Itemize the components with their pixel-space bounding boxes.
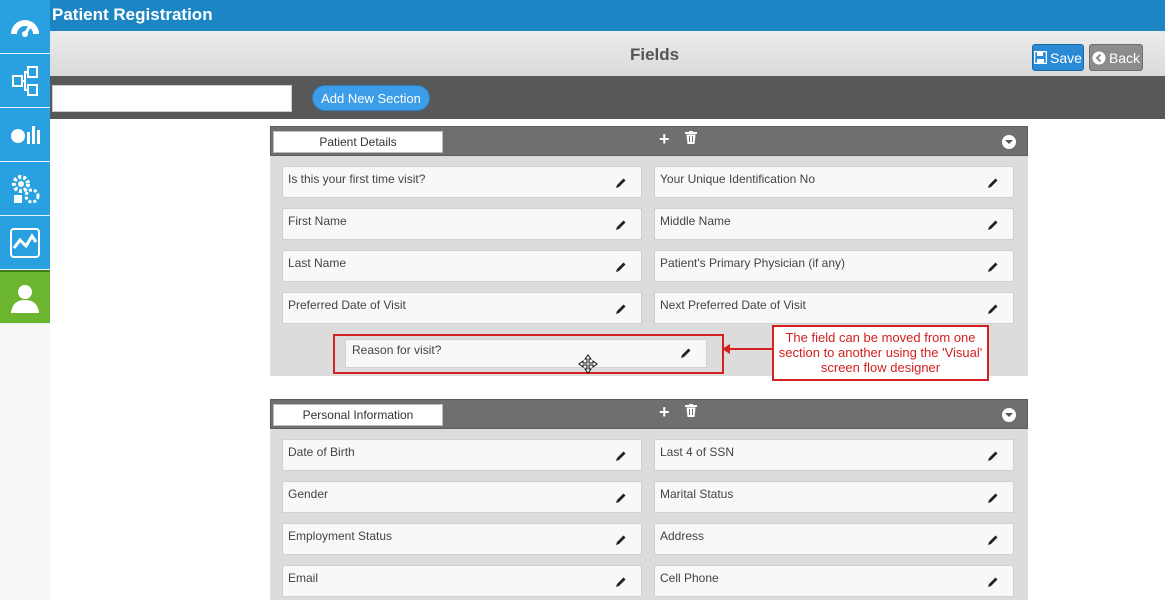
move-cursor-icon <box>578 354 598 374</box>
field-reason-for-visit[interactable]: Reason for visit? <box>345 339 707 368</box>
edit-pencil-icon[interactable] <box>987 492 999 504</box>
edit-pencil-icon[interactable] <box>987 303 999 315</box>
save-label: Save <box>1050 49 1082 66</box>
edit-pencil-icon[interactable] <box>615 492 627 504</box>
collapse-chevron-icon[interactable] <box>1002 408 1016 422</box>
app-title: Patient Registration <box>52 5 213 24</box>
edit-pencil-icon[interactable] <box>987 177 999 189</box>
edit-pencil-icon[interactable] <box>615 261 627 273</box>
add-new-section-button[interactable]: Add New Section <box>312 85 430 111</box>
trash-icon[interactable] <box>685 404 697 417</box>
field-last-4-ssn[interactable]: Last 4 of SSN <box>654 439 1014 471</box>
title-bar: Patient Registration <box>50 0 1165 31</box>
page-title: Fields <box>630 45 680 64</box>
field-middle-name[interactable]: Middle Name <box>654 208 1014 240</box>
add-field-icon[interactable]: + <box>659 129 670 150</box>
settings-icon <box>12 174 40 203</box>
edit-pencil-icon[interactable] <box>680 347 692 359</box>
back-arrow-icon <box>1092 51 1106 64</box>
edit-pencil-icon[interactable] <box>987 261 999 273</box>
sidebar-item-workflow[interactable] <box>0 54 50 108</box>
sidebar-item-settings[interactable] <box>0 162 50 216</box>
field-marital-status[interactable]: Marital Status <box>654 481 1014 513</box>
field-gender[interactable]: Gender <box>282 481 642 513</box>
field-date-of-birth[interactable]: Date of Birth <box>282 439 642 471</box>
edit-pencil-icon[interactable] <box>987 219 999 231</box>
edit-pencil-icon[interactable] <box>987 450 999 462</box>
save-button[interactable]: Save <box>1032 44 1084 71</box>
section-name-input[interactable] <box>52 85 292 112</box>
annotation-callout: The field can be moved from one section … <box>772 325 989 381</box>
analytics-icon <box>11 125 40 144</box>
field-last-name[interactable]: Last Name <box>282 250 642 282</box>
back-label: Back <box>1108 49 1141 66</box>
edit-pencil-icon[interactable] <box>615 303 627 315</box>
field-cell-phone[interactable]: Cell Phone <box>654 565 1014 597</box>
chart-icon <box>10 227 40 258</box>
edit-pencil-icon[interactable] <box>615 219 627 231</box>
section-title[interactable]: Personal Information <box>273 404 443 426</box>
edit-pencil-icon[interactable] <box>987 576 999 588</box>
field-primary-physician[interactable]: Patient's Primary Physician (if any) <box>654 250 1014 282</box>
field-address[interactable]: Address <box>654 523 1014 555</box>
section-body: Date of Birth Last 4 of SSN Gender Marit… <box>270 429 1028 600</box>
floppy-icon <box>1034 51 1048 64</box>
sidebar-item-dashboard[interactable] <box>0 0 50 54</box>
collapse-chevron-icon[interactable] <box>1002 135 1016 149</box>
edit-pencil-icon[interactable] <box>615 177 627 189</box>
dashboard-icon <box>11 19 39 37</box>
edit-pencil-icon[interactable] <box>987 534 999 546</box>
trash-icon[interactable] <box>685 131 697 144</box>
section-title[interactable]: Patient Details <box>273 131 443 153</box>
edit-pencil-icon[interactable] <box>615 576 627 588</box>
back-button[interactable]: Back <box>1089 44 1143 71</box>
workflow-icon <box>12 65 38 96</box>
field-email[interactable]: Email <box>282 565 642 597</box>
edit-pencil-icon[interactable] <box>615 534 627 546</box>
section-personal-information: Personal Information + Date of Birth Las… <box>270 399 1028 600</box>
section-toolbar: Add New Section <box>50 76 1165 119</box>
field-first-time-visit[interactable]: Is this your first time visit? <box>282 166 642 198</box>
field-next-preferred-date[interactable]: Next Preferred Date of Visit <box>654 292 1014 324</box>
sidebar-item-users[interactable] <box>0 270 50 324</box>
sidebar-item-analytics[interactable] <box>0 108 50 162</box>
sidebar-item-chart[interactable] <box>0 216 50 270</box>
field-first-name[interactable]: First Name <box>282 208 642 240</box>
user-icon <box>11 284 39 313</box>
field-preferred-date[interactable]: Preferred Date of Visit <box>282 292 642 324</box>
page-header: Fields Save Back <box>50 31 1165 76</box>
callout-arrowhead <box>722 344 730 354</box>
section-header: Personal Information + <box>270 399 1028 429</box>
section-header: Patient Details + <box>270 126 1028 156</box>
field-employment-status[interactable]: Employment Status <box>282 523 642 555</box>
edit-pencil-icon[interactable] <box>615 450 627 462</box>
sidebar <box>0 0 50 600</box>
field-unique-identification[interactable]: Your Unique Identification No <box>654 166 1014 198</box>
add-field-icon[interactable]: + <box>659 402 670 423</box>
